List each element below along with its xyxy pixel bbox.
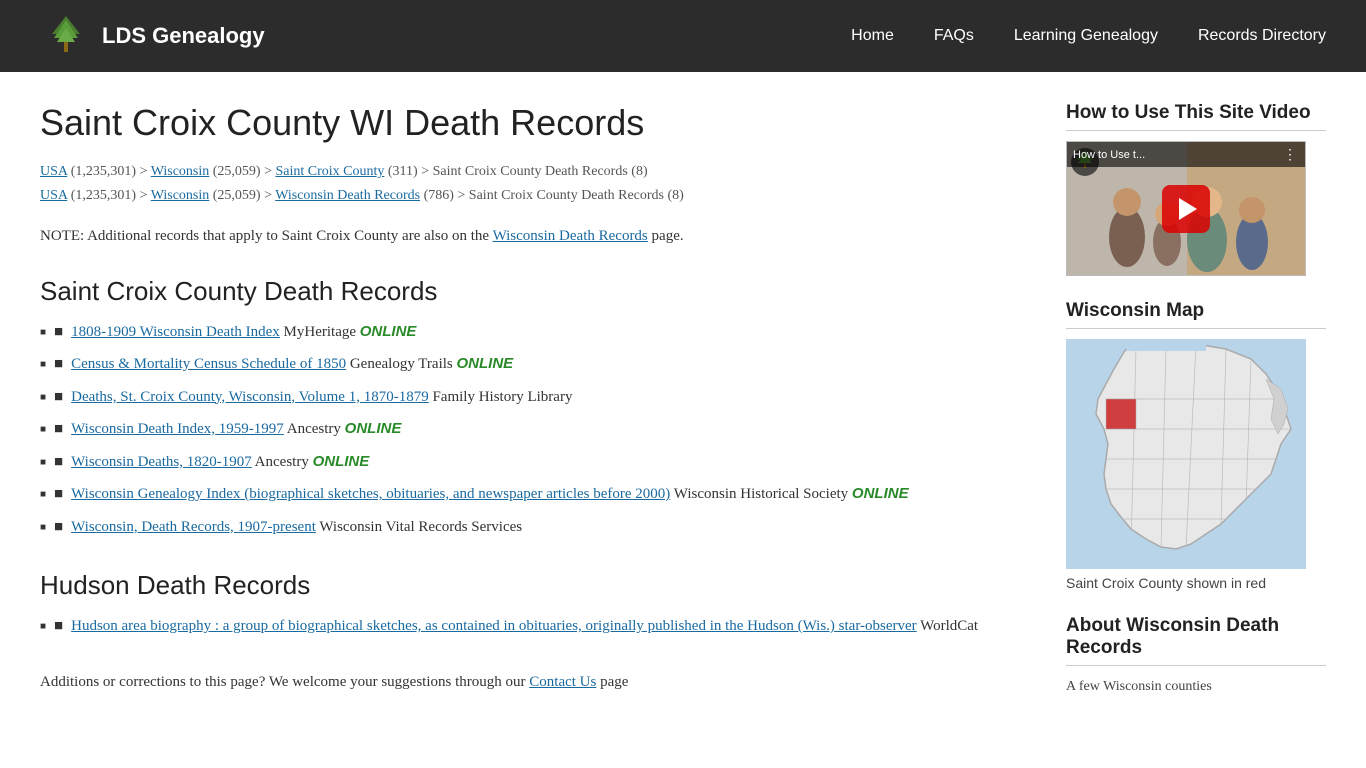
list-item: ■ Wisconsin, Death Records, 1907-present… [40,516,1026,539]
video-thumbnail[interactable]: How to Use t... ⋮ [1066,141,1306,276]
video-section-title: How to Use This Site Video [1066,102,1326,131]
section2-title: Hudson Death Records [40,570,1026,601]
logo-icon [40,10,92,62]
sidebar-video-section: How to Use This Site Video [1066,102,1326,276]
online-badge: ONLINE [852,485,909,502]
main-content: Saint Croix County WI Death Records USA … [40,102,1026,722]
breadcrumb: USA (1,235,301) > Wisconsin (25,059) > S… [40,160,1026,208]
wi-map-svg [1066,339,1306,569]
breadcrumb-usa-1[interactable]: USA [40,164,67,179]
wi-death-records-link[interactable]: Wisconsin Death Records [493,228,648,244]
play-button[interactable] [1162,185,1210,233]
breadcrumb-wisconsin-2[interactable]: Wisconsin [151,188,210,203]
about-section-title: About Wisconsin Death Records [1066,615,1326,666]
nav-faqs[interactable]: FAQs [934,27,974,45]
online-badge: ONLINE [345,420,402,437]
sidebar-about-section: About Wisconsin Death Records A few Wisc… [1066,615,1326,698]
site-header: LDS Genealogy Home FAQs Learning Genealo… [0,0,1366,72]
list-item: ■ Census & Mortality Census Schedule of … [40,353,1026,376]
breadcrumb-usa-2[interactable]: USA [40,188,67,203]
breadcrumb-line1: USA (1,235,301) > Wisconsin (25,059) > S… [40,164,648,179]
breadcrumb-wisconsin-1[interactable]: Wisconsin [151,164,210,179]
list-item: ■ Hudson area biography : a group of bio… [40,615,1026,638]
sidebar: How to Use This Site Video [1066,102,1326,722]
contact-us-link[interactable]: Contact Us [529,674,596,690]
online-badge: ONLINE [313,453,370,470]
sidebar-map-section: Wisconsin Map [1066,300,1326,591]
about-text: A few Wisconsin counties [1066,676,1326,698]
page-wrapper: Saint Croix County WI Death Records USA … [0,72,1366,762]
list-item: ■ Wisconsin Deaths, 1820-1907 Ancestry O… [40,451,1026,474]
map-caption: Saint Croix County shown in red [1066,575,1326,591]
breadcrumb-wi-death[interactable]: Wisconsin Death Records [275,188,420,203]
wi-map [1066,339,1306,569]
page-title: Saint Croix County WI Death Records [40,102,1026,144]
breadcrumb-line2: USA (1,235,301) > Wisconsin (25,059) > W… [40,188,684,203]
main-nav: Home FAQs Learning Genealogy Records Dir… [851,27,1326,45]
logo-text: LDS Genealogy [102,23,265,49]
record-link-1808[interactable]: 1808-1909 Wisconsin Death Index [71,324,280,340]
nav-learning[interactable]: Learning Genealogy [1014,27,1158,45]
record-link-index1959[interactable]: Wisconsin Death Index, 1959-1997 [71,421,284,437]
records-list: ■ 1808-1909 Wisconsin Death Index MyHeri… [40,321,1026,539]
breadcrumb-saint-croix[interactable]: Saint Croix County [275,164,384,179]
video-title-bar: How to Use t... ⋮ [1067,142,1305,167]
record-link-census1850[interactable]: Census & Mortality Census Schedule of 18… [71,356,346,372]
list-item: ■ Wisconsin Death Index, 1959-1997 Ances… [40,418,1026,441]
section1-title: Saint Croix County Death Records [40,276,1026,307]
video-title-text: How to Use t... [1073,149,1145,161]
record-link-deaths1820[interactable]: Wisconsin Deaths, 1820-1907 [71,454,252,470]
video-dots: ⋮ [1283,146,1299,163]
corrections-text: Additions or corrections to this page? W… [40,670,1026,694]
online-badge: ONLINE [457,355,514,372]
map-section-title: Wisconsin Map [1066,300,1326,329]
nav-home[interactable]: Home [851,27,894,45]
record-link-deaths1870[interactable]: Deaths, St. Croix County, Wisconsin, Vol… [71,389,429,405]
online-badge: ONLINE [360,323,417,340]
note-text: NOTE: Additional records that apply to S… [40,224,1026,248]
list-item: ■ Wisconsin Genealogy Index (biographica… [40,483,1026,506]
play-icon [1179,198,1197,220]
nav-records-dir[interactable]: Records Directory [1198,27,1326,45]
list-item: ■ 1808-1909 Wisconsin Death Index MyHeri… [40,321,1026,344]
record-link-genealogy-index[interactable]: Wisconsin Genealogy Index (biographical … [71,486,670,502]
logo-link[interactable]: LDS Genealogy [40,10,265,62]
record-link-hudson[interactable]: Hudson area biography : a group of biogr… [71,618,917,634]
hudson-records-list: ■ Hudson area biography : a group of bio… [40,615,1026,638]
list-item: ■ Deaths, St. Croix County, Wisconsin, V… [40,386,1026,409]
record-link-death1907[interactable]: Wisconsin, Death Records, 1907-present [71,519,316,535]
